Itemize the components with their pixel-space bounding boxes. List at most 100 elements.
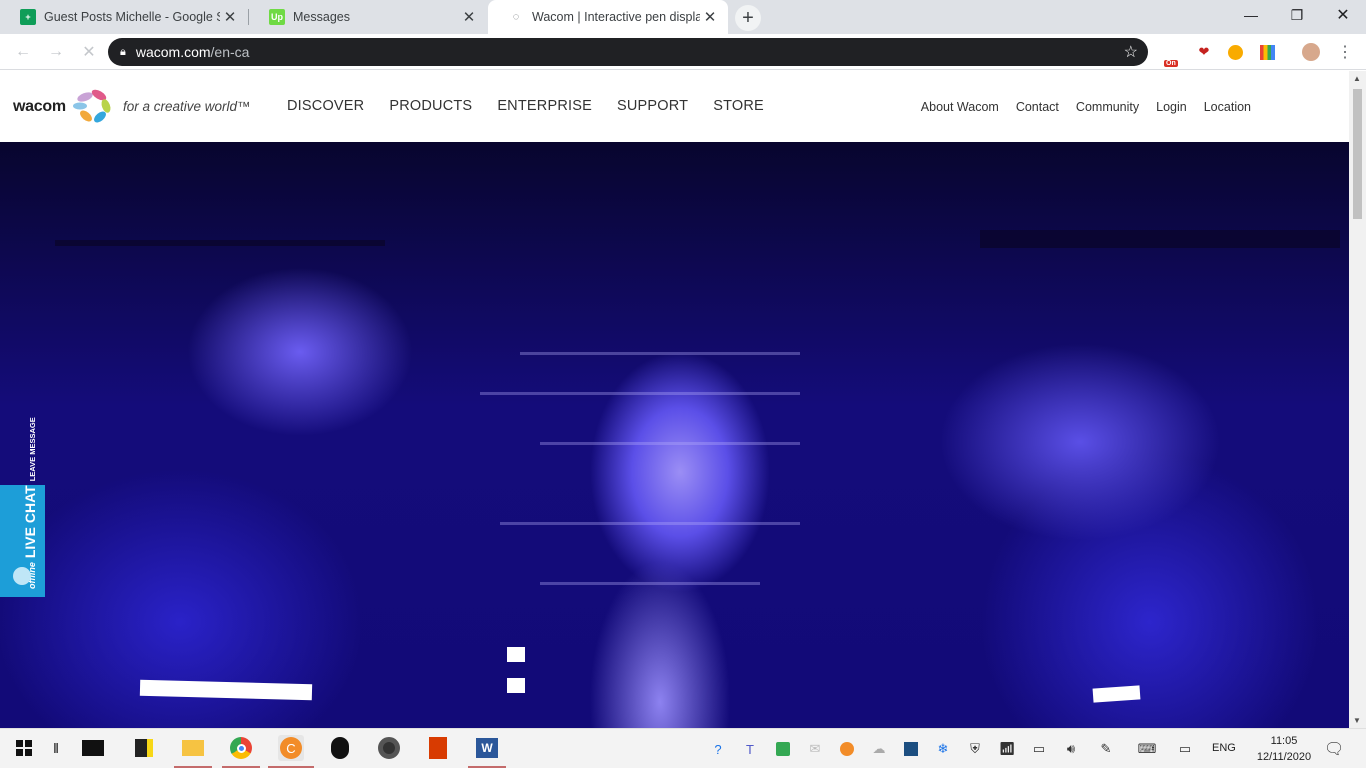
url-domain: wacom.com (135, 44, 211, 60)
sheets-icon: + (20, 9, 36, 25)
glitch-band (540, 442, 800, 445)
upwork-icon: Up (269, 9, 285, 25)
glitch-band (520, 352, 800, 355)
nav-login[interactable]: Login (1156, 100, 1187, 114)
chrome-icon[interactable] (228, 735, 254, 761)
battery-icon[interactable]: ▭ (1029, 739, 1049, 759)
tagline: for a creative world™ (123, 99, 251, 114)
terminal-icon[interactable] (80, 735, 106, 761)
nav-enterprise[interactable]: ENTERPRISE (497, 98, 592, 114)
white-light-bar (139, 679, 313, 701)
security-shield-icon[interactable]: ⛨ (965, 739, 985, 759)
menu-kebab-icon[interactable]: ⋮ (1336, 43, 1354, 61)
nav-location[interactable]: Location (1204, 100, 1251, 114)
profile-avatar[interactable] (1302, 43, 1320, 61)
coin-extension-icon[interactable] (1226, 43, 1244, 61)
help-tray-icon[interactable]: ? (708, 739, 728, 759)
teams-tray-icon[interactable]: T (740, 739, 760, 759)
clock-time: 11:05 (1270, 735, 1298, 747)
green-check-tray-icon[interactable] (773, 739, 793, 759)
extension-badge: On (1164, 60, 1178, 67)
live-chat-label: LIVE CHAT (22, 485, 38, 559)
nav-discover[interactable]: DISCOVER (287, 98, 364, 114)
close-tab-icon[interactable]: ✕ (459, 8, 479, 26)
pen-icon[interactable]: ✎ (1096, 739, 1116, 759)
loading-icon: ◌ (512, 11, 520, 23)
copy-app-icon[interactable]: C (278, 735, 304, 761)
browser-toolbar: ← → ✕ 🔒︎ wacom.com/en-ca ☆ On ❤ ⋮ (0, 34, 1366, 70)
nav-store[interactable]: STORE (713, 98, 764, 114)
restore-icon[interactable]: ❐ (1274, 0, 1320, 30)
system-clock[interactable]: 11:05 12/11/2020 (1246, 733, 1322, 765)
word-icon[interactable]: W (474, 735, 500, 761)
upwork-tray-icon[interactable] (901, 739, 921, 759)
white-light-square (507, 678, 525, 693)
sticky-notes-icon[interactable] (131, 735, 157, 761)
main-nav: DISCOVER PRODUCTS ENTERPRISE SUPPORT STO… (287, 98, 789, 114)
snowflake-tray-icon[interactable]: ❄ (933, 739, 953, 759)
browser-tab-strip: + Guest Posts Michelle - Google Sh ✕ Up … (0, 0, 1366, 34)
windows-start-icon[interactable] (11, 735, 37, 761)
new-tab-button[interactable]: + (735, 5, 761, 31)
scroll-down-arrow-icon[interactable]: ▼ (1353, 716, 1361, 725)
nav-support[interactable]: SUPPORT (617, 98, 688, 114)
glitch-band (540, 582, 760, 585)
copy-tray-icon[interactable] (837, 739, 857, 759)
display-mode-icon[interactable]: ▭ (1175, 739, 1195, 759)
white-light-square (507, 647, 525, 662)
address-bar[interactable]: 🔒︎ wacom.com/en-ca ☆ (108, 38, 1148, 66)
live-chat-label-group: offline LIVE CHAT LEAVE MESSAGE (22, 417, 38, 589)
stop-icon[interactable]: ✕ (78, 41, 100, 63)
site-header: wacom for a creative world™ DISCOVER PRO… (0, 71, 1349, 142)
bookmark-star-icon[interactable]: ☆ (1124, 42, 1138, 62)
music-app-icon[interactable] (376, 735, 402, 761)
lock-icon: 🔒︎ (120, 45, 126, 58)
office-icon[interactable] (425, 735, 451, 761)
nav-about-wacom[interactable]: About Wacom (921, 100, 999, 114)
back-arrow-icon[interactable]: ← (12, 41, 34, 63)
scroll-thumb[interactable] (1353, 89, 1362, 219)
windows-taskbar: ‖ C W ? T ✉ ☁ ❄ ⛨ 📶︎ ▭ 🔊︎ ✎ ⌨ ▭ ENG 11:0… (0, 728, 1366, 768)
nav-contact[interactable]: Contact (1016, 100, 1059, 114)
task-view-icon[interactable]: ‖ (43, 735, 69, 761)
forward-arrow-icon[interactable]: → (45, 41, 67, 63)
file-explorer-icon[interactable] (180, 735, 206, 761)
glitch-band (980, 230, 1340, 248)
scroll-up-arrow-icon[interactable]: ▲ (1353, 74, 1361, 83)
cloud-tray-icon[interactable]: ☁ (869, 739, 889, 759)
glitch-band (55, 240, 385, 246)
glitch-band (480, 392, 800, 395)
url-path: /en-ca (210, 44, 250, 60)
minimize-icon[interactable]: — (1228, 0, 1274, 30)
keyboard-icon[interactable]: ⌨ (1137, 739, 1157, 759)
live-chat-tab[interactable]: offline LIVE CHAT LEAVE MESSAGE (0, 417, 45, 597)
chat-bubble-icon (13, 567, 31, 585)
notification-center-icon[interactable]: 🗨︎ (1324, 739, 1344, 759)
nav-community[interactable]: Community (1076, 100, 1139, 114)
wifi-icon[interactable]: 📶︎ (997, 739, 1017, 759)
color-grid-extension-icon[interactable] (1258, 43, 1276, 61)
hero-video[interactable] (0, 142, 1349, 728)
tab-wacom[interactable]: ◌ Wacom | Interactive pen displays ✕ (488, 0, 728, 34)
window-close-icon[interactable]: ✕ (1320, 0, 1366, 30)
translate-extension-icon[interactable]: On (1164, 43, 1182, 67)
penguin-app-icon[interactable] (327, 735, 353, 761)
wacom-logo[interactable]: wacom (13, 98, 66, 116)
language-indicator[interactable]: ENG (1212, 742, 1236, 754)
tab-title: Messages (293, 10, 350, 24)
close-tab-icon[interactable]: ✕ (700, 8, 720, 26)
page-scrollbar[interactable]: ▲ ▼ (1349, 71, 1366, 728)
leave-message-label: LEAVE MESSAGE (28, 417, 37, 482)
close-tab-icon[interactable]: ✕ (220, 8, 240, 26)
pinwheel-logo-icon (73, 89, 111, 123)
tab-google-sheets[interactable]: + Guest Posts Michelle - Google Sh ✕ (0, 0, 248, 34)
clock-date: 12/11/2020 (1256, 751, 1312, 763)
nav-products[interactable]: PRODUCTS (389, 98, 472, 114)
chat-tray-icon[interactable]: ✉ (805, 739, 825, 759)
white-light-bar (1092, 685, 1141, 703)
tab-messages[interactable]: Up Messages ✕ (249, 0, 487, 34)
heart-extension-icon[interactable]: ❤ (1195, 43, 1213, 61)
tab-title: Wacom | Interactive pen displays (532, 10, 700, 24)
volume-icon[interactable]: 🔊︎ (1061, 739, 1081, 759)
utility-nav: About Wacom Contact Community Login Loca… (904, 100, 1251, 114)
